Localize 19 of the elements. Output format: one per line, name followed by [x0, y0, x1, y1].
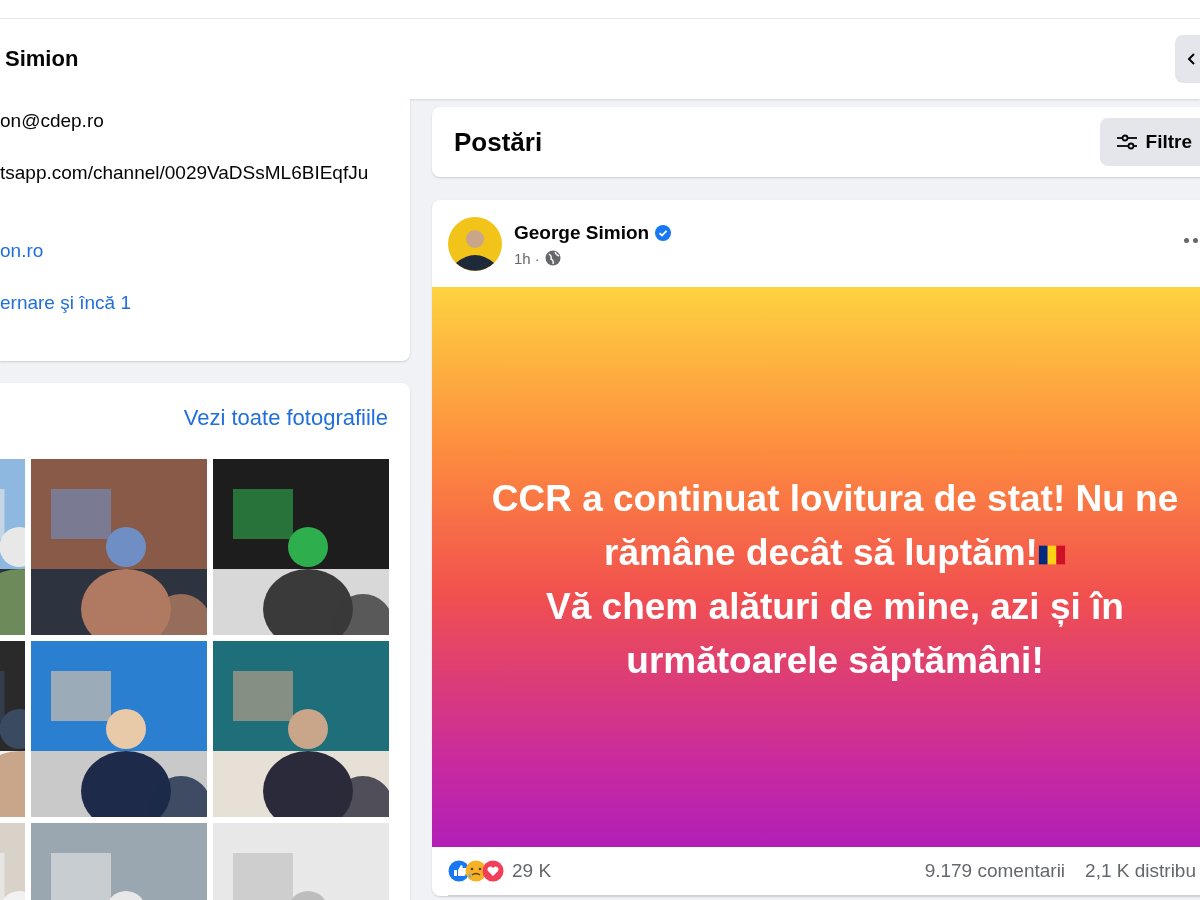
see-all-photos-link[interactable]: Vezi toate fotografiile [183, 405, 388, 459]
share-count[interactable]: 2,1 K distribu [1085, 860, 1196, 882]
posts-title: Postări [454, 126, 543, 158]
reaction-count[interactable]: 29 K [512, 860, 552, 882]
globe-icon [544, 250, 561, 266]
comment-count[interactable]: 9.179 comentarii [924, 860, 1066, 882]
page-title: Simion [4, 46, 79, 72]
filter-button[interactable]: Filtre [1099, 118, 1200, 166]
avatar-icon[interactable] [448, 217, 502, 271]
more-icon[interactable] [1184, 238, 1198, 243]
post-time[interactable]: 1h · [514, 249, 540, 267]
reactions-icon[interactable] [448, 860, 504, 882]
author-name[interactable]: George Simion [514, 221, 650, 244]
post-text: CCR a continuat lovitura de stat! Nu ne rămâne decât să luptăm! Vă chem alături de mine, azi și în următoarele săptămâni! [490, 476, 1180, 683]
intro-link[interactable]: ernare şi încă 1 [0, 289, 410, 341]
intro-text: tsapp.com/channel/0029VaDSsML6BIEqfJu [0, 161, 370, 185]
sliders-icon [1115, 134, 1138, 150]
intro-text: on@cdep.ro [0, 109, 105, 133]
intro-link[interactable]: on.ro [0, 237, 410, 289]
